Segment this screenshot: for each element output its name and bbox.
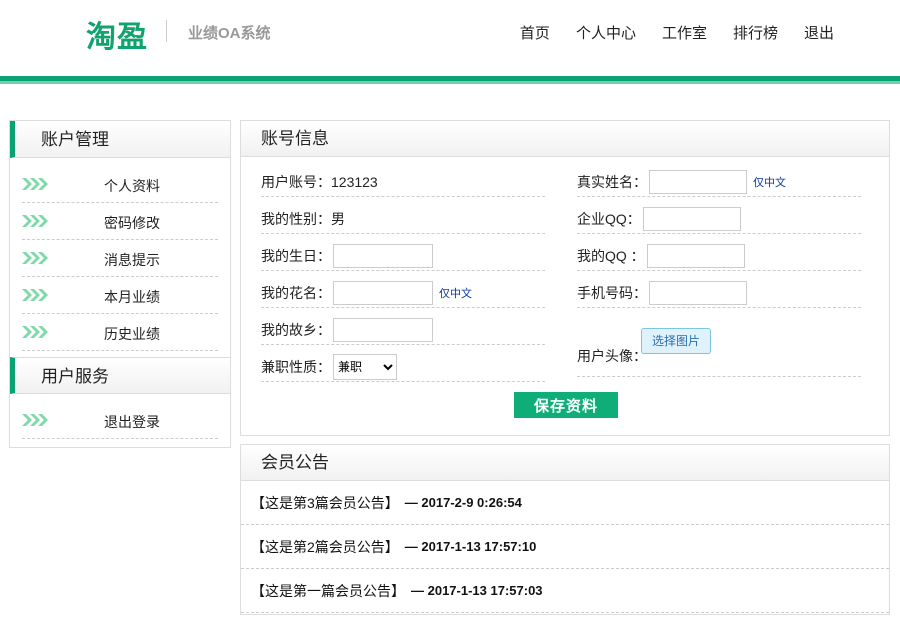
nickname-row: 我的花名： 仅中文 <box>261 278 545 308</box>
my-qq-label: 我的QQ ： <box>577 247 645 264</box>
top-nav: 首页 个人中心 工作室 排行榜 退出 <box>494 22 834 43</box>
save-profile-button[interactable]: 保存资料 <box>514 392 618 418</box>
gender-row: 我的性别： 男 <box>261 204 545 234</box>
choose-image-button[interactable]: 选择图片 <box>641 327 712 354</box>
birthday-row: 我的生日： <box>261 241 545 271</box>
notice-item-title[interactable]: 【这是第2篇会员公告】 <box>251 537 399 557</box>
nickname-label: 我的花名： <box>261 284 331 301</box>
user-account-label: 用户账号： <box>261 173 331 190</box>
hometown-row: 我的故乡： <box>261 315 545 345</box>
nav-ranking[interactable]: 排行榜 <box>733 22 778 43</box>
nav-personal-center[interactable]: 个人中心 <box>576 22 636 43</box>
phone-row: 手机号码： <box>577 278 861 308</box>
sidebar-item-profile[interactable]: 个人资料 <box>22 166 218 203</box>
notice-item[interactable]: 【这是第3篇会员公告】 — 2017-2-9 0:26:54 <box>241 481 889 525</box>
nav-studio[interactable]: 工作室 <box>662 22 707 43</box>
birthday-input[interactable] <box>333 243 433 268</box>
sidebar-item-label: 个人资料 <box>104 178 160 194</box>
phone-input[interactable] <box>649 280 747 305</box>
hometown-label: 我的故乡： <box>261 321 331 338</box>
notice-item-title[interactable]: 【这是第一篇会员公告】 <box>251 581 405 601</box>
user-account-value: 123123 <box>331 173 378 190</box>
company-qq-row: 企业QQ： <box>577 204 861 234</box>
sidebar-service-title: 用户服务 <box>10 357 230 394</box>
notice-item[interactable]: 【这是第一篇会员公告】 — 2017-1-13 17:57:03 <box>241 569 889 613</box>
my-qq-row: 我的QQ ： <box>577 241 861 271</box>
my-qq-input[interactable] <box>646 243 745 268</box>
realname-row: 真实姓名： 仅中文 <box>577 167 861 197</box>
hometown-input[interactable] <box>333 317 433 342</box>
sidebar: 账户管理 个人资料 密码修改 消息提示 本月业绩 历史业绩 用户服务 退出登录 <box>9 120 231 448</box>
sidebar-account-title: 账户管理 <box>10 121 230 158</box>
sidebar-item-label: 退出登录 <box>104 414 160 430</box>
sidebar-item-messages[interactable]: 消息提示 <box>22 240 218 277</box>
sidebar-item-label: 消息提示 <box>104 252 160 268</box>
sidebar-item-monthly-performance[interactable]: 本月业绩 <box>22 277 218 314</box>
parttime-label: 兼职性质： <box>261 358 331 375</box>
realname-input[interactable] <box>649 169 747 194</box>
gender-value: 男 <box>331 210 345 227</box>
notice-item[interactable]: 【这是第2篇会员公告】 — 2017-1-13 17:57:10 <box>241 525 889 569</box>
double-chevron-icon <box>22 326 48 338</box>
double-chevron-icon <box>22 215 48 227</box>
account-info-panel: 账号信息 用户账号： 123123 我的性别： 男 我的生日： 我的花名： 仅中… <box>240 120 890 436</box>
phone-label: 手机号码： <box>577 284 647 301</box>
parttime-row: 兼职性质： 兼职 <box>261 352 545 382</box>
only-chinese-note: 仅中文 <box>753 176 786 189</box>
double-chevron-icon <box>22 414 48 426</box>
header: 淘盈 业绩OA系统 首页 个人中心 工作室 排行榜 退出 <box>0 0 900 76</box>
system-subtitle: 业绩OA系统 <box>188 25 271 42</box>
member-notice-title: 会员公告 <box>241 445 889 481</box>
avatar-label: 用户头像： <box>577 347 647 364</box>
company-qq-label: 企业QQ： <box>577 210 641 227</box>
sidebar-item-logout[interactable]: 退出登录 <box>22 402 218 439</box>
avatar-row: 用户头像： 选择图片 <box>577 317 861 377</box>
nav-logout[interactable]: 退出 <box>804 22 834 43</box>
logo-divider <box>166 20 167 42</box>
sidebar-item-history-performance[interactable]: 历史业绩 <box>22 314 218 351</box>
notice-item-date: — 2017-1-13 17:57:03 <box>411 583 543 598</box>
sidebar-account-list: 个人资料 密码修改 消息提示 本月业绩 历史业绩 <box>10 158 230 357</box>
birthday-label: 我的生日： <box>261 247 331 264</box>
logo[interactable]: 淘盈 <box>86 12 148 56</box>
header-green-bar-light <box>0 81 900 84</box>
notice-item-title[interactable]: 【这是第3篇会员公告】 <box>251 493 399 513</box>
double-chevron-icon <box>22 252 48 264</box>
sidebar-service-list: 退出登录 <box>10 394 230 447</box>
notice-item-date: — 2017-1-13 17:57:10 <box>404 539 537 554</box>
company-qq-input[interactable] <box>642 206 741 231</box>
realname-label: 真实姓名： <box>577 173 647 190</box>
sidebar-item-label: 历史业绩 <box>104 326 160 342</box>
sidebar-item-label: 本月业绩 <box>104 289 160 305</box>
double-chevron-icon <box>22 178 48 190</box>
nav-home[interactable]: 首页 <box>520 22 550 43</box>
gender-label: 我的性别： <box>261 210 331 227</box>
member-notice-panel: 会员公告 【这是第3篇会员公告】 — 2017-2-9 0:26:54 【这是第… <box>240 444 890 615</box>
sidebar-item-password[interactable]: 密码修改 <box>22 203 218 240</box>
user-account-row: 用户账号： 123123 <box>261 167 545 197</box>
double-chevron-icon <box>22 289 48 301</box>
nickname-input[interactable] <box>333 280 433 305</box>
notice-item-date: — 2017-2-9 0:26:54 <box>404 495 522 510</box>
parttime-select[interactable]: 兼职 <box>333 353 397 380</box>
account-info-title: 账号信息 <box>241 121 889 157</box>
only-chinese-note: 仅中文 <box>439 287 472 300</box>
sidebar-item-label: 密码修改 <box>104 215 160 231</box>
